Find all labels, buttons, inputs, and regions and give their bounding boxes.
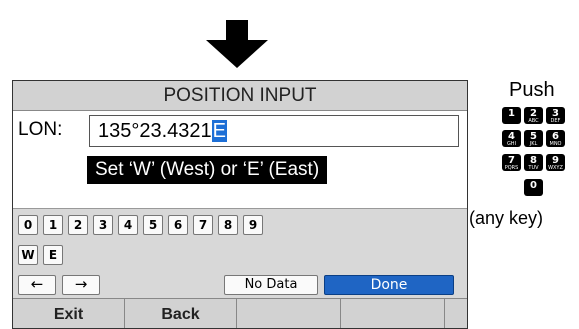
screen-title: POSITION INPUT xyxy=(13,81,467,111)
back-softkey[interactable]: Back xyxy=(125,299,237,328)
position-input-screen: POSITION INPUT LON: 135°23.4321E Set ‘W’… xyxy=(12,80,468,329)
done-button[interactable]: Done xyxy=(324,275,454,295)
key-e[interactable]: E xyxy=(43,245,63,265)
down-arrow-icon xyxy=(206,20,268,68)
key-7[interactable]: 7 xyxy=(193,215,213,235)
keypad-key-2: 2 ABC xyxy=(524,107,543,124)
keypad-key-1: 1 xyxy=(502,107,521,124)
keypad-key-6: 6 MNO xyxy=(546,130,565,147)
keypad-key-8: 8 TUV xyxy=(524,154,543,171)
key-w[interactable]: W xyxy=(18,245,38,265)
key-8[interactable]: 8 xyxy=(218,215,238,235)
keypad-key-5: 5 JKL xyxy=(524,130,543,147)
push-label: Push xyxy=(509,79,555,101)
key-6[interactable]: 6 xyxy=(168,215,188,235)
lon-label: LON: xyxy=(18,119,63,140)
cursor-character: E xyxy=(211,120,228,142)
softkey-bar: Exit Back xyxy=(13,298,467,328)
key-1[interactable]: 1 xyxy=(43,215,63,235)
key-2[interactable]: 2 xyxy=(68,215,88,235)
hint-text: Set ‘W’ (West) or ‘E’ (East) xyxy=(87,156,328,184)
key-4[interactable]: 4 xyxy=(118,215,138,235)
key-3[interactable]: 3 xyxy=(93,215,113,235)
softkey-5[interactable] xyxy=(445,299,467,328)
keypad-key-4: 4 GHI xyxy=(502,130,521,147)
keypad-key-9: 9 WXYZ xyxy=(546,154,565,171)
softkey-3[interactable] xyxy=(237,299,341,328)
exit-softkey[interactable]: Exit xyxy=(13,299,125,328)
lon-input-field[interactable]: 135°23.4321E xyxy=(89,115,459,147)
key-0[interactable]: 0 xyxy=(18,215,38,235)
no-data-button[interactable]: No Data xyxy=(224,275,318,295)
keypad-key-3: 3 DEF xyxy=(546,107,565,124)
key-5[interactable]: 5 xyxy=(143,215,163,235)
cursor-left-key[interactable]: ← xyxy=(18,275,56,295)
keypad-key-7: 7 PQRS xyxy=(502,154,521,171)
softkey-4[interactable] xyxy=(341,299,445,328)
key-9[interactable]: 9 xyxy=(243,215,263,235)
any-key-note: (any key) xyxy=(469,208,544,228)
cursor-right-key[interactable]: → xyxy=(62,275,100,295)
keypad-key-0: 0 xyxy=(524,179,543,196)
lon-value: 135°23.4321 xyxy=(98,120,212,142)
software-keyboard: 0 1 2 3 4 5 6 7 8 9 W E ← → No Data Done xyxy=(13,208,467,299)
